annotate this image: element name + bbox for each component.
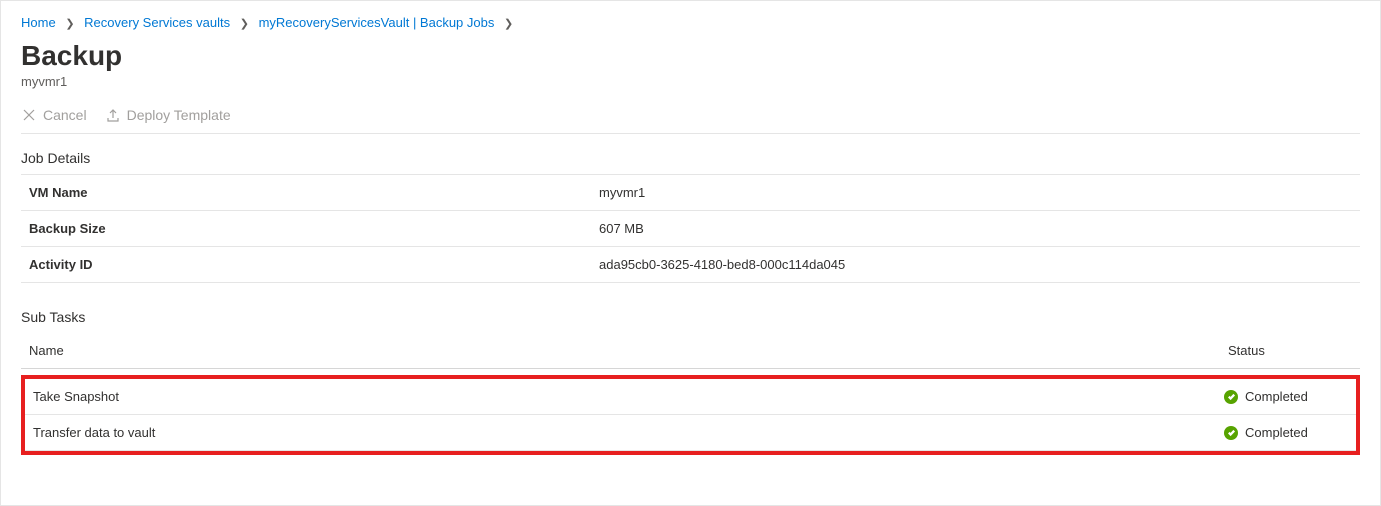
- page-subtitle: myvmr1: [21, 74, 1360, 89]
- chevron-right-icon: ❯: [65, 17, 74, 30]
- deploy-template-button[interactable]: Deploy Template: [105, 107, 231, 123]
- table-row: Transfer data to vault Completed: [25, 415, 1356, 451]
- sub-tasks-table: Take Snapshot Completed Transfer data to…: [25, 379, 1356, 451]
- detail-label: Backup Size: [21, 211, 591, 247]
- cancel-label: Cancel: [43, 107, 87, 123]
- detail-label: Activity ID: [21, 247, 591, 283]
- chevron-right-icon: ❯: [504, 17, 513, 30]
- detail-value: ada95cb0-3625-4180-bed8-000c114da045: [591, 247, 1360, 283]
- table-row: Activity ID ada95cb0-3625-4180-bed8-000c…: [21, 247, 1360, 283]
- sub-tasks-highlight-box: Take Snapshot Completed Transfer data to…: [21, 375, 1360, 455]
- detail-label: VM Name: [21, 175, 591, 211]
- page-title: Backup: [21, 40, 1360, 72]
- subtask-name: Take Snapshot: [25, 379, 1216, 415]
- check-circle-icon: [1224, 426, 1238, 440]
- subtask-name: Transfer data to vault: [25, 415, 1216, 451]
- column-header-name: Name: [21, 333, 1220, 369]
- breadcrumb-link-backup-jobs[interactable]: myRecoveryServicesVault | Backup Jobs: [259, 15, 495, 30]
- breadcrumb-link-vaults[interactable]: Recovery Services vaults: [84, 15, 230, 30]
- chevron-right-icon: ❯: [240, 17, 249, 30]
- detail-value: 607 MB: [591, 211, 1360, 247]
- column-header-status: Status: [1220, 333, 1360, 369]
- subtask-status-cell: Completed: [1216, 379, 1356, 415]
- sub-tasks-heading: Sub Tasks: [21, 309, 1360, 325]
- subtask-status-cell: Completed: [1216, 415, 1356, 451]
- table-row: Backup Size 607 MB: [21, 211, 1360, 247]
- breadcrumb-link-home[interactable]: Home: [21, 15, 56, 30]
- status-label: Completed: [1245, 425, 1308, 440]
- cancel-button[interactable]: Cancel: [21, 107, 87, 123]
- close-icon: [21, 107, 37, 123]
- toolbar: Cancel Deploy Template: [21, 103, 1360, 134]
- detail-value: myvmr1: [591, 175, 1360, 211]
- upload-icon: [105, 107, 121, 123]
- breadcrumb: Home ❯ Recovery Services vaults ❯ myReco…: [21, 15, 1360, 30]
- table-row: VM Name myvmr1: [21, 175, 1360, 211]
- job-details-table: VM Name myvmr1 Backup Size 607 MB Activi…: [21, 174, 1360, 283]
- table-row: Take Snapshot Completed: [25, 379, 1356, 415]
- sub-tasks-header: Name Status: [21, 333, 1360, 369]
- job-details-heading: Job Details: [21, 150, 1360, 166]
- check-circle-icon: [1224, 390, 1238, 404]
- deploy-template-label: Deploy Template: [127, 107, 231, 123]
- status-label: Completed: [1245, 389, 1308, 404]
